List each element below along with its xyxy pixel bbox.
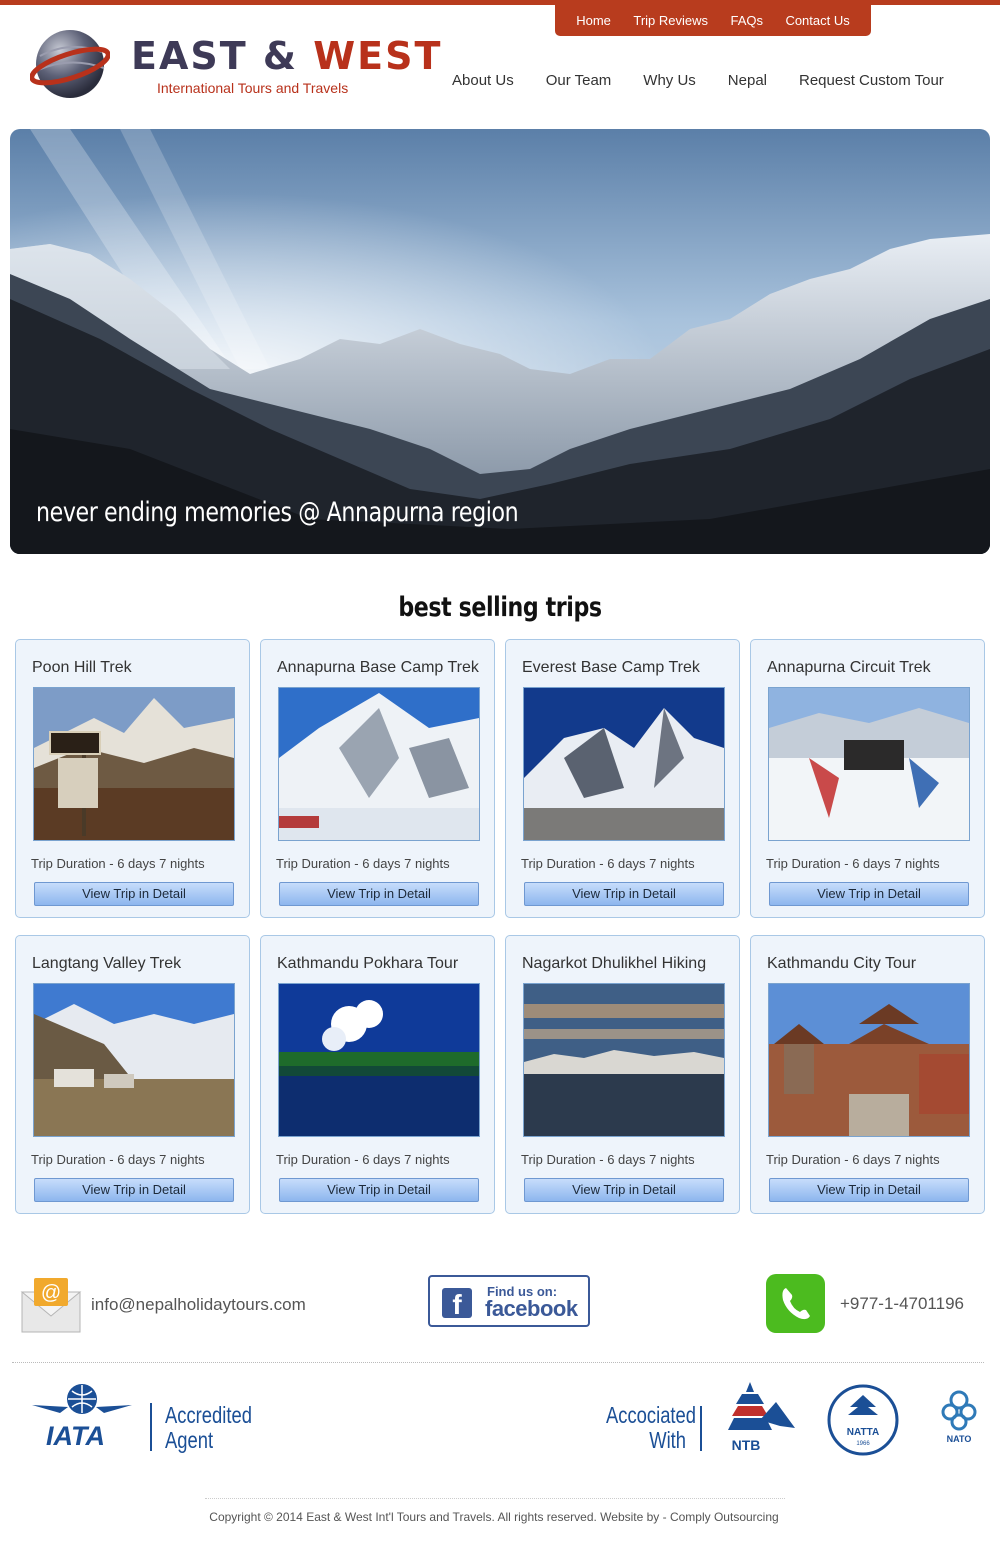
nav-about-us[interactable]: About Us (436, 72, 530, 89)
trip-title[interactable]: Everest Base Camp Trek (522, 659, 700, 677)
nato-logo: NATO (941, 1390, 977, 1444)
trip-duration: Trip Duration - 6 days 7 nights (31, 856, 205, 871)
view-trip-button[interactable]: View Trip in Detail (524, 1178, 724, 1202)
logo-tagline: International Tours and Travels (157, 80, 349, 96)
trip-duration: Trip Duration - 6 days 7 nights (31, 1152, 205, 1167)
topnav-faqs-link[interactable]: FAQs (730, 13, 763, 28)
view-trip-button[interactable]: View Trip in Detail (34, 1178, 234, 1202)
svg-text:NATO: NATO (947, 1434, 972, 1444)
iata-separator (150, 1403, 152, 1451)
view-trip-button[interactable]: View Trip in Detail (524, 882, 724, 906)
ntb-logo: NTB (728, 1382, 795, 1453)
trip-photo-everest-base-camp[interactable] (523, 687, 725, 841)
trip-duration: Trip Duration - 6 days 7 nights (276, 856, 450, 871)
trip-card: Kathmandu Pokhara Tour Trip Duration - 6… (260, 935, 495, 1214)
trip-photo-annapurna-circuit[interactable] (768, 687, 970, 841)
svg-text:NTB: NTB (732, 1437, 761, 1453)
trip-card: Everest Base Camp Trek Trip Duration - 6… (505, 639, 740, 918)
trip-card: Annapurna Circuit Trek Trip Duration - 6… (750, 639, 985, 918)
assoc-separator (700, 1406, 702, 1451)
facebook-badge[interactable]: f Find us on: facebook (428, 1275, 590, 1327)
trip-card: Kathmandu City Tour Trip Duration - 6 da… (750, 935, 985, 1214)
nav-why-us[interactable]: Why Us (627, 72, 712, 89)
trip-photo-annapurna-base-camp[interactable] (278, 687, 480, 841)
topnav-contact-link[interactable]: Contact Us (785, 13, 849, 28)
svg-text:1966: 1966 (856, 1441, 870, 1447)
svg-text:@: @ (41, 1282, 61, 1304)
topnav-home-link[interactable]: Home (576, 13, 611, 28)
trip-photo-kathmandu-pokhara[interactable] (278, 983, 480, 1137)
trip-duration: Trip Duration - 6 days 7 nights (766, 856, 940, 871)
view-trip-button[interactable]: View Trip in Detail (34, 882, 234, 906)
iata-wordmark: IATA (46, 1421, 105, 1451)
trip-title[interactable]: Nagarkot Dhulikhel Hiking (522, 955, 706, 973)
trip-title[interactable]: Poon Hill Trek (32, 659, 132, 677)
view-trip-button[interactable]: View Trip in Detail (279, 1178, 479, 1202)
top-nav: Home Trip Reviews FAQs Contact Us (555, 0, 871, 36)
trip-photo-poon-hill[interactable] (33, 687, 235, 841)
trip-photo-kathmandu-city[interactable] (768, 983, 970, 1137)
trip-card: Poon Hill Trek Trip Duration - 6 days 7 … (15, 639, 250, 918)
nav-our-team[interactable]: Our Team (530, 72, 628, 89)
trip-card: Langtang Valley Trek Trip Duration - 6 d… (15, 935, 250, 1214)
trip-duration: Trip Duration - 6 days 7 nights (521, 1152, 695, 1167)
trip-card: Annapurna Base Camp Trek Trip Duration -… (260, 639, 495, 918)
nav-request-custom-tour[interactable]: Request Custom Tour (783, 72, 960, 89)
trip-title[interactable]: Annapurna Base Camp Trek (277, 659, 479, 677)
trip-title[interactable]: Annapurna Circuit Trek (767, 659, 931, 677)
phone-icon (766, 1274, 825, 1333)
natta-logo: NATTA 1966 (827, 1384, 899, 1456)
logo-wordmark: EAST & WEST (131, 34, 443, 78)
trip-duration: Trip Duration - 6 days 7 nights (521, 856, 695, 871)
trip-duration: Trip Duration - 6 days 7 nights (766, 1152, 940, 1167)
iata-globe-icon (32, 1384, 132, 1414)
topnav-trip-reviews-link[interactable]: Trip Reviews (633, 13, 708, 28)
trip-title[interactable]: Kathmandu City Tour (767, 955, 916, 973)
footer-divider (205, 1498, 785, 1499)
trip-title[interactable]: Langtang Valley Trek (32, 955, 181, 973)
view-trip-button[interactable]: View Trip in Detail (769, 1178, 969, 1202)
view-trip-button[interactable]: View Trip in Detail (769, 882, 969, 906)
best-selling-title: best selling trips (398, 592, 602, 623)
facebook-icon: f (442, 1288, 472, 1320)
view-trip-button[interactable]: View Trip in Detail (279, 882, 479, 906)
trip-card: Nagarkot Dhulikhel Hiking Trip Duration … (505, 935, 740, 1214)
associated-with-label: Accociated With (606, 1402, 697, 1453)
trip-photo-nagarkot-dhulikhel[interactable] (523, 983, 725, 1137)
nav-nepal[interactable]: Nepal (712, 72, 783, 89)
contact-phone[interactable]: +977-1-4701196 (840, 1294, 964, 1314)
hero-banner: never ending memories @ Annapurna region (10, 129, 990, 554)
globe-icon (30, 30, 110, 98)
hero-caption: never ending memories @ Annapurna region (36, 497, 519, 528)
facebook-wordmark: facebook (485, 1296, 578, 1321)
mail-icon: @ (20, 1278, 82, 1333)
contact-email[interactable]: info@nepalholidaytours.com (91, 1295, 306, 1315)
site-logo[interactable]: EAST & WEST International Tours and Trav… (30, 26, 440, 106)
hero-mountain-image (10, 129, 990, 554)
main-nav: About Us Our Team Why Us Nepal Request C… (436, 72, 960, 89)
iata-accredited-agent: IATA Accredited Agent (32, 1383, 272, 1455)
copyright-footer: Copyright © 2014 East & West Int'l Tours… (209, 1510, 779, 1524)
divider (12, 1362, 984, 1363)
iata-caption: Accredited Agent (165, 1402, 252, 1453)
svg-text:NATTA: NATTA (847, 1427, 879, 1438)
trip-duration: Trip Duration - 6 days 7 nights (276, 1152, 450, 1167)
trip-photo-langtang-valley[interactable] (33, 983, 235, 1137)
trip-title[interactable]: Kathmandu Pokhara Tour (277, 955, 458, 973)
